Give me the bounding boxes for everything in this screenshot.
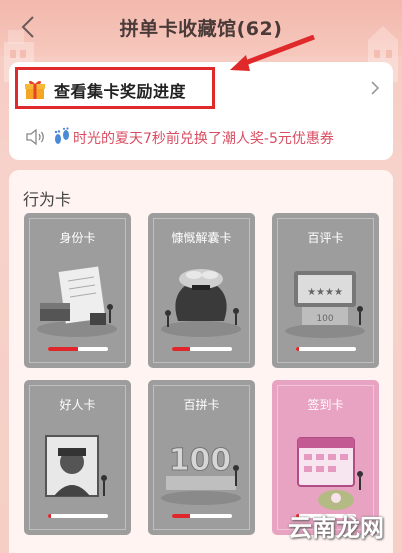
section-title: 行为卡 [23,190,72,209]
page-title: 拼单卡收藏馆(62) [119,18,283,40]
card-progress-fill [296,347,299,351]
view-progress-button[interactable]: 查看集卡奖励进度 [9,62,393,114]
app-header: 拼单卡收藏馆(62) [0,0,402,82]
card-progress-fill [48,514,51,518]
card-progress-bar [296,347,356,351]
card-name: 签到卡 [307,398,344,412]
card-progress-bar [172,347,232,351]
card-progress-fill [172,514,190,518]
notice-ticker: 时光的夏天7秒前兑换了潮人奖-5元优惠券 [9,122,393,152]
card-good-person[interactable]: 好人卡 [24,380,131,535]
card-name: 百评卡 [307,231,344,245]
card-progress-fill [48,347,78,351]
card-review[interactable]: 百评卡 ★★★★ 100 [272,213,379,368]
highlight-annotation-box [15,67,215,109]
card-name: 好人卡 [59,398,96,412]
rating-ticket-illustration-icon: ★★★★ 100 [285,271,365,338]
card-generous[interactable]: 慷慨解囊卡 [148,213,255,368]
hundred-sign-illustration-icon: 100 [161,443,241,505]
card-progress-bar [172,514,232,518]
card-progress-fill [172,347,190,351]
svg-text:100: 100 [316,314,333,324]
svg-text:100: 100 [169,443,232,478]
progress-card: 查看集卡奖励进度 时光的夏天7秒前兑换了潮人奖-5元优惠券 [9,62,393,160]
footprints-icon [54,127,69,144]
money-bag-illustration-icon [161,269,241,337]
card-name: 身份卡 [59,231,96,245]
document-illustration-icon [37,266,117,337]
portrait-illustration-icon [45,435,107,497]
card-hundred-orders[interactable]: 百拼卡 100 [148,380,255,535]
card-identity[interactable]: 身份卡 [24,213,131,368]
card-name: 百拼卡 [183,398,220,412]
card-progress-bar [48,514,108,518]
chevron-right-icon [371,81,380,95]
notice-text: 时光的夏天7秒前兑换了潮人奖-5元优惠券 [73,131,334,147]
card-progress-bar [48,347,108,351]
watermark-text: 云南龙网 [288,514,384,542]
card-name: 慷慨解囊卡 [171,231,232,245]
svg-text:★★★★: ★★★★ [307,287,343,298]
arrow-annotation-icon [230,35,315,71]
speaker-icon [26,128,44,146]
